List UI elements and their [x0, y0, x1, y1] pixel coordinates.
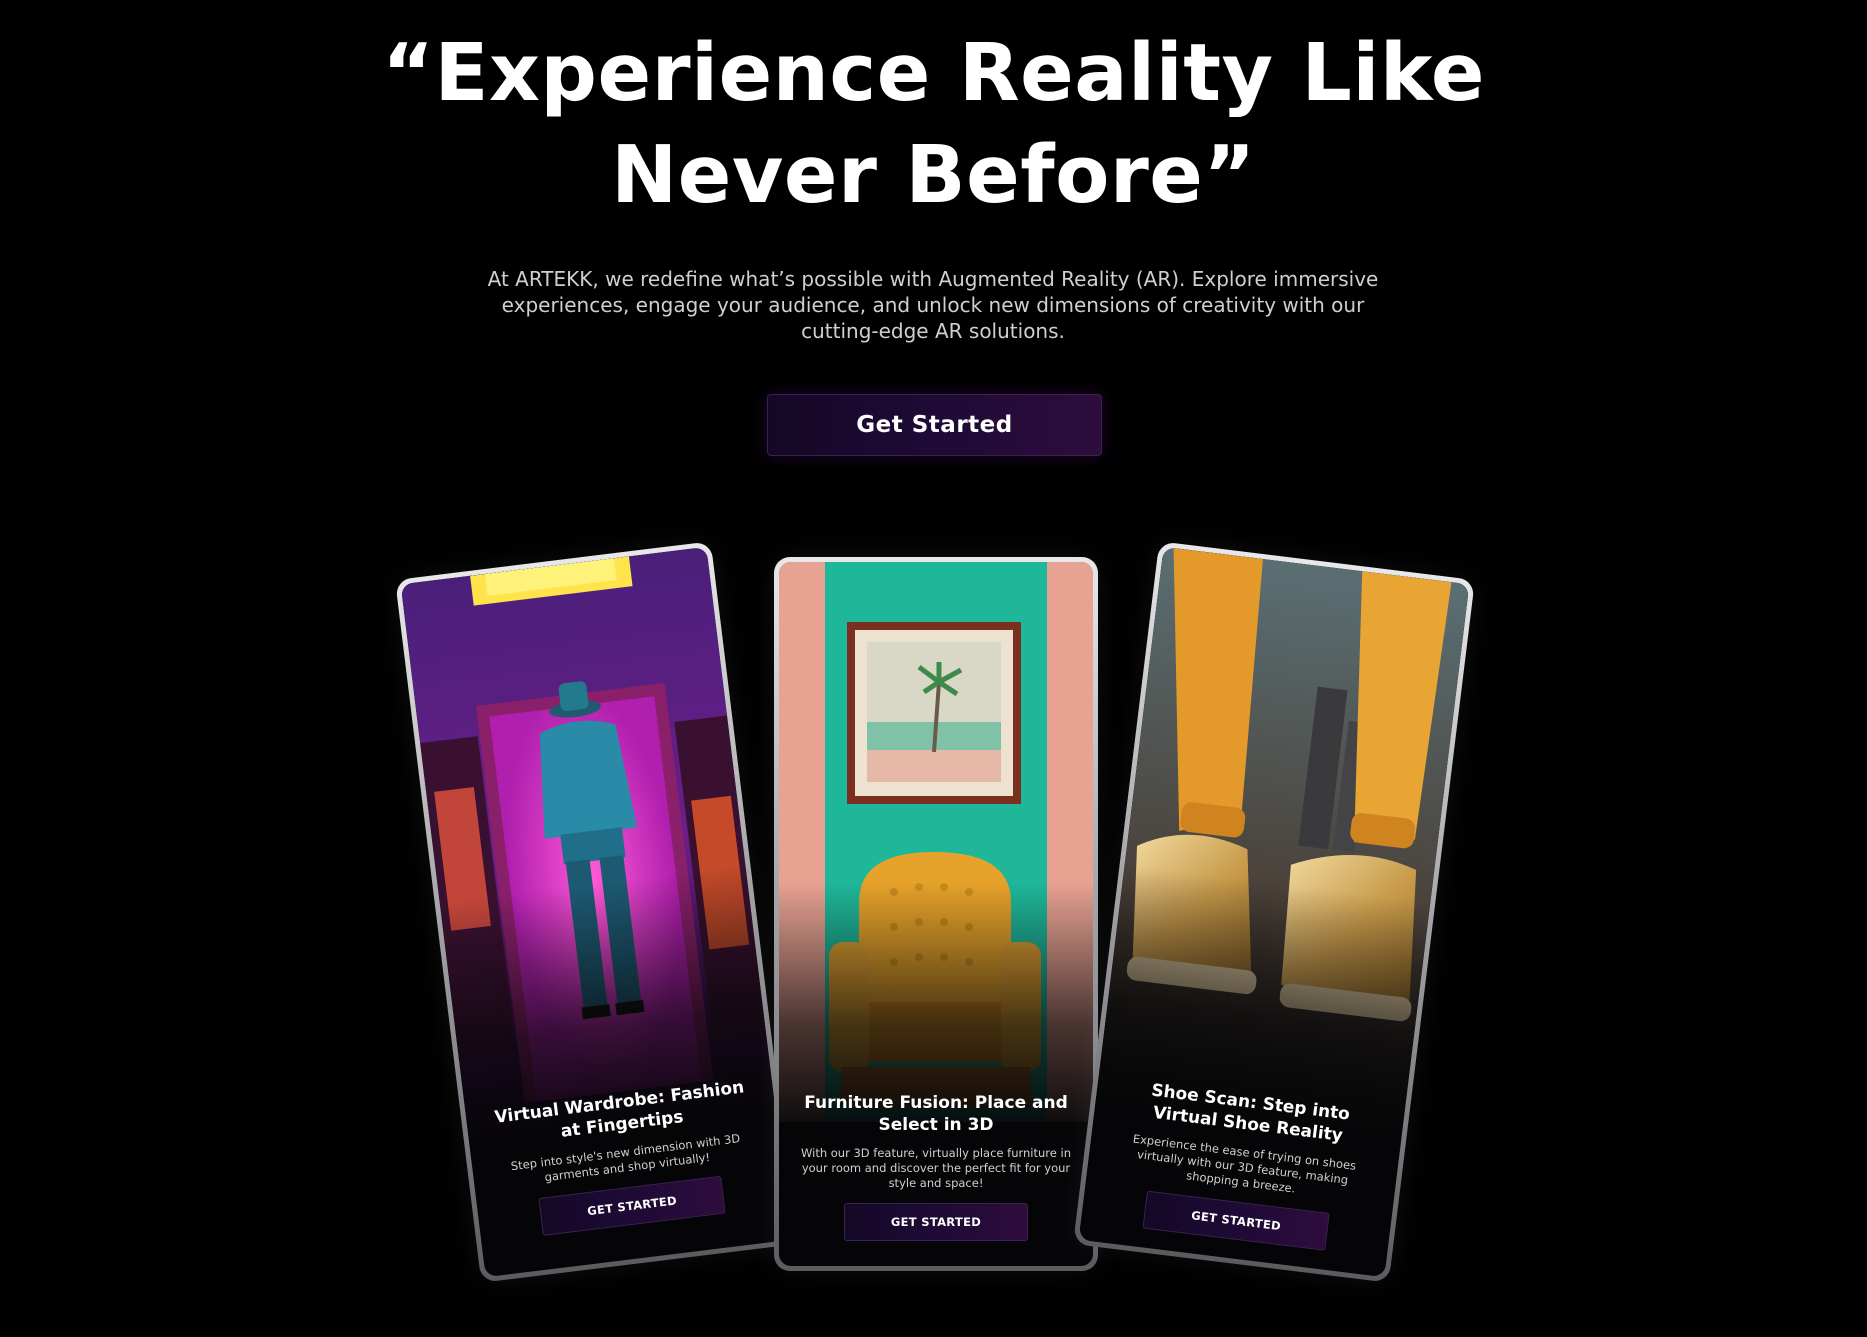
card-text: Furniture Fusion: Place and Select in 3D… — [779, 1092, 1093, 1241]
landing-page: “Experience Reality Like Never Before” A… — [0, 0, 1867, 1337]
hero-title-line-1: “Experience Reality Like — [382, 27, 1485, 119]
card-title: Furniture Fusion: Place and Select in 3D — [804, 1093, 1068, 1135]
card-inner: Furniture Fusion: Place and Select in 3D… — [779, 562, 1093, 1266]
card-furniture-fusion[interactable]: Furniture Fusion: Place and Select in 3D… — [774, 557, 1098, 1271]
card-get-started-button[interactable]: GET STARTED — [1142, 1190, 1330, 1251]
card-virtual-wardrobe[interactable]: Virtual Wardrobe: Fashion at Fingertips … — [395, 541, 797, 1283]
card-get-started-button[interactable]: GET STARTED — [844, 1203, 1028, 1241]
get-started-button[interactable]: Get Started — [767, 394, 1102, 456]
card-shoe-scan[interactable]: Shoe Scan: Step into Virtual Shoe Realit… — [1073, 541, 1475, 1283]
card-get-started-button[interactable]: GET STARTED — [538, 1175, 726, 1236]
card-description: With our 3D feature, virtually place fur… — [801, 1146, 1071, 1190]
card-inner: Shoe Scan: Step into Virtual Shoe Realit… — [1078, 546, 1470, 1278]
hero-title: “Experience Reality Like Never Before” — [0, 22, 1867, 226]
hero-subtitle: At ARTEKK, we redefine what’s possible w… — [487, 267, 1379, 343]
hero-title-line-2: Never Before” — [611, 129, 1256, 221]
card-inner: Virtual Wardrobe: Fashion at Fingertips … — [400, 546, 792, 1278]
